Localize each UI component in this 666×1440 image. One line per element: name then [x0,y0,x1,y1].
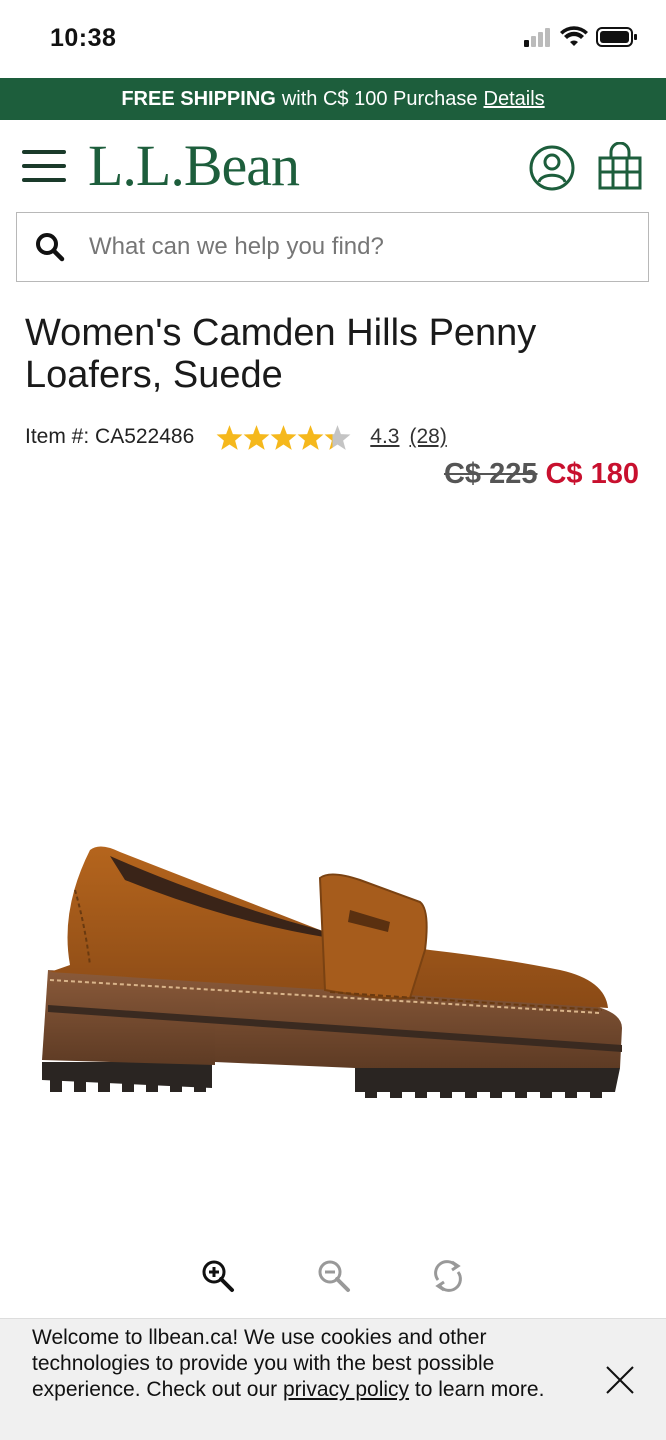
account-icon[interactable] [529,145,575,191]
product-meta-row: Item #: CA522486 4.3 (28) [25,420,447,454]
status-icons [524,26,638,48]
search-bar [16,212,649,282]
privacy-policy-link[interactable]: privacy policy [283,1378,409,1401]
star-icon [270,424,297,450]
battery-icon [596,27,637,47]
site-header: L.L.Bean [0,120,666,212]
rating-stars[interactable] [216,424,351,451]
brand-logo[interactable]: L.L.Bean [88,132,300,199]
product-title: Women's Camden Hills Penny Loafers, Sued… [25,312,537,396]
promo-text: with C$ 100 Purchase [281,87,478,110]
price-row: C$ 225 C$ 180 [444,458,639,491]
item-number: Item #: CA522486 [25,425,195,448]
sale-price: C$ 180 [545,458,639,490]
search-icon[interactable] [35,232,65,262]
promo-details-link[interactable]: Details [484,88,545,111]
cookie-banner: Welcome to llbean.ca! We use cookies and… [0,1318,666,1440]
star-icon [324,424,351,450]
promo-bold-text: FREE SHIPPING [121,87,276,110]
rotate-icon[interactable] [430,1258,466,1294]
star-icon [216,424,243,450]
star-icon [297,424,324,450]
wifi-icon [560,26,588,46]
star-icon [243,424,270,450]
zoom-out-icon[interactable] [316,1258,352,1294]
product-image[interactable] [30,830,630,1110]
promo-banner: FREE SHIPPING with C$ 100 Purchase Detai… [0,78,666,120]
zoom-in-icon[interactable] [200,1258,236,1294]
review-count-link[interactable]: (28) [409,425,446,449]
image-controls [0,1258,666,1298]
original-price: C$ 225 [443,458,538,490]
cookie-message: Welcome to llbean.ca! We use cookies and… [32,1325,572,1403]
cookie-text-after: to learn more. [414,1378,545,1401]
status-bar: 10:38 [0,0,666,78]
shopping-bag-icon[interactable] [598,142,642,190]
search-input[interactable] [89,233,609,261]
signal-icon [524,28,550,47]
menu-icon[interactable] [22,148,66,184]
status-time: 10:38 [50,24,117,52]
close-icon[interactable] [604,1364,636,1396]
rating-value[interactable]: 4.3 [370,425,399,449]
